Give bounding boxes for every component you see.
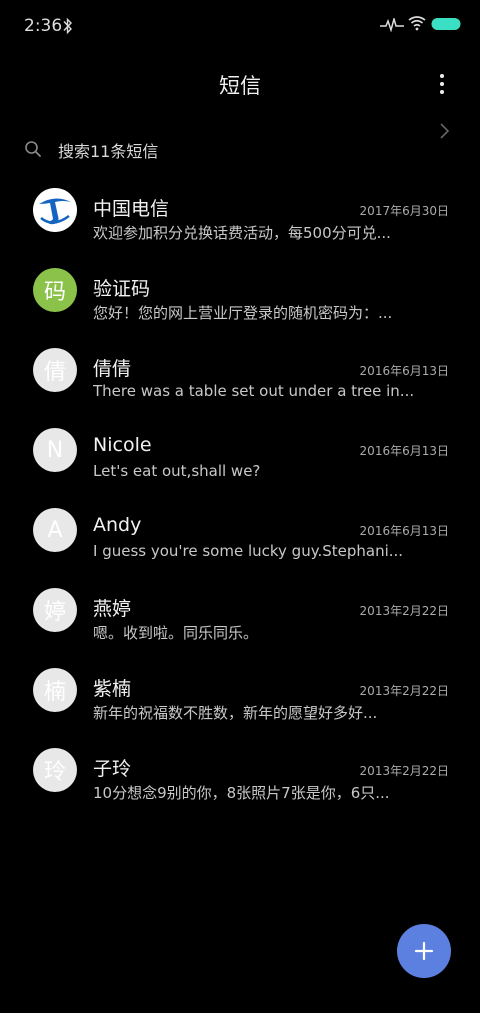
avatar: 楠 bbox=[33, 668, 77, 712]
signal-icon bbox=[380, 18, 404, 32]
conversation-item[interactable]: N Nicole 2016年6月13日 Let's eat out,shall … bbox=[0, 408, 480, 488]
conversation-preview: 欢迎参加积分兑换话费活动，每500分可兑... bbox=[93, 224, 391, 242]
conversation-preview: 嗯。收到啦。同乐同乐。 bbox=[93, 624, 259, 642]
conversation-date: 2016年6月13日 bbox=[359, 524, 449, 538]
conversation-preview: 10分想念9别的你，8张照片7张是你，6只... bbox=[93, 784, 390, 802]
avatar: A bbox=[33, 508, 77, 552]
more-options-button[interactable] bbox=[428, 68, 456, 100]
search-input[interactable]: 搜索11条短信 bbox=[58, 138, 158, 162]
search-bar[interactable]: 搜索11条短信 bbox=[20, 133, 460, 165]
conversation-date: 2013年2月22日 bbox=[359, 604, 449, 618]
conversation-item[interactable]: 中国电信 2017年6月30日 欢迎参加积分兑换话费活动，每500分可兑... bbox=[0, 168, 480, 248]
plus-icon bbox=[414, 941, 434, 961]
avatar: 婷 bbox=[33, 588, 77, 632]
conversation-item[interactable]: 码 验证码 您好！您的网上营业厅登录的随机密码为：... bbox=[0, 248, 480, 328]
conversation-item[interactable]: 玲 子玲 2013年2月22日 10分想念9别的你，8张照片7张是你，6只... bbox=[0, 728, 480, 808]
conversation-item[interactable]: A Andy 2016年6月13日 I guess you're some lu… bbox=[0, 488, 480, 568]
status-bar: 2:36 bbox=[0, 0, 480, 54]
conversation-date: 2017年6月30日 bbox=[359, 204, 449, 218]
conversation-preview: 您好！您的网上营业厅登录的随机密码为：... bbox=[93, 304, 393, 322]
conversation-name: 燕婷 bbox=[93, 598, 132, 620]
conversation-preview: 新年的祝福数不胜数，新年的愿望好多好... bbox=[93, 704, 378, 722]
page-title: 短信 bbox=[219, 74, 261, 98]
avatar: N bbox=[33, 428, 77, 472]
avatar: 倩 bbox=[33, 348, 77, 392]
conversation-name: 验证码 bbox=[93, 278, 151, 300]
conversation-date: 2013年2月22日 bbox=[359, 764, 449, 778]
more-vertical-icon-dot bbox=[440, 90, 444, 94]
conversation-preview: Let's eat out,shall we? bbox=[93, 462, 261, 480]
china-telecom-logo-avatar bbox=[33, 188, 77, 232]
conversation-preview: There was a table set out under a tree i… bbox=[93, 382, 413, 400]
messages-screen: 2:36 短信 搜索11条短信 中国电信 2017年6月30日 欢迎参加积分兑换… bbox=[0, 0, 480, 1013]
chevron-right-icon[interactable] bbox=[438, 122, 450, 140]
battery-icon bbox=[431, 18, 461, 30]
conversation-name: 子玲 bbox=[93, 758, 132, 780]
conversation-date: 2016年6月13日 bbox=[359, 364, 449, 378]
conversation-date: 2013年2月22日 bbox=[359, 684, 449, 698]
search-icon bbox=[25, 141, 41, 157]
conversation-name: Andy bbox=[93, 514, 142, 536]
conversation-preview: I guess you're some lucky guy.Stephani..… bbox=[93, 542, 404, 560]
avatar: 码 bbox=[33, 268, 77, 312]
china-telecom-logo-icon bbox=[33, 188, 77, 232]
conversation-item[interactable]: 楠 紫楠 2013年2月22日 新年的祝福数不胜数，新年的愿望好多好... bbox=[0, 648, 480, 728]
more-vertical-icon-dot bbox=[440, 82, 444, 86]
more-vertical-icon bbox=[440, 74, 444, 78]
conversation-list: 中国电信 2017年6月30日 欢迎参加积分兑换话费活动，每500分可兑... … bbox=[0, 168, 480, 808]
bluetooth-icon bbox=[63, 17, 72, 35]
app-header: 短信 bbox=[0, 60, 480, 108]
conversation-name: 中国电信 bbox=[93, 198, 170, 220]
wifi-icon bbox=[408, 16, 426, 31]
status-time: 2:36 bbox=[24, 16, 63, 36]
conversation-name: 紫楠 bbox=[93, 678, 132, 700]
conversation-item[interactable]: 倩 倩倩 2016年6月13日 There was a table set ou… bbox=[0, 328, 480, 408]
conversation-item[interactable]: 婷 燕婷 2013年2月22日 嗯。收到啦。同乐同乐。 bbox=[0, 568, 480, 648]
avatar: 玲 bbox=[33, 748, 77, 792]
new-message-button[interactable] bbox=[397, 924, 451, 978]
conversation-name: Nicole bbox=[93, 434, 152, 456]
conversation-name: 倩倩 bbox=[93, 358, 132, 380]
conversation-date: 2016年6月13日 bbox=[359, 444, 449, 458]
